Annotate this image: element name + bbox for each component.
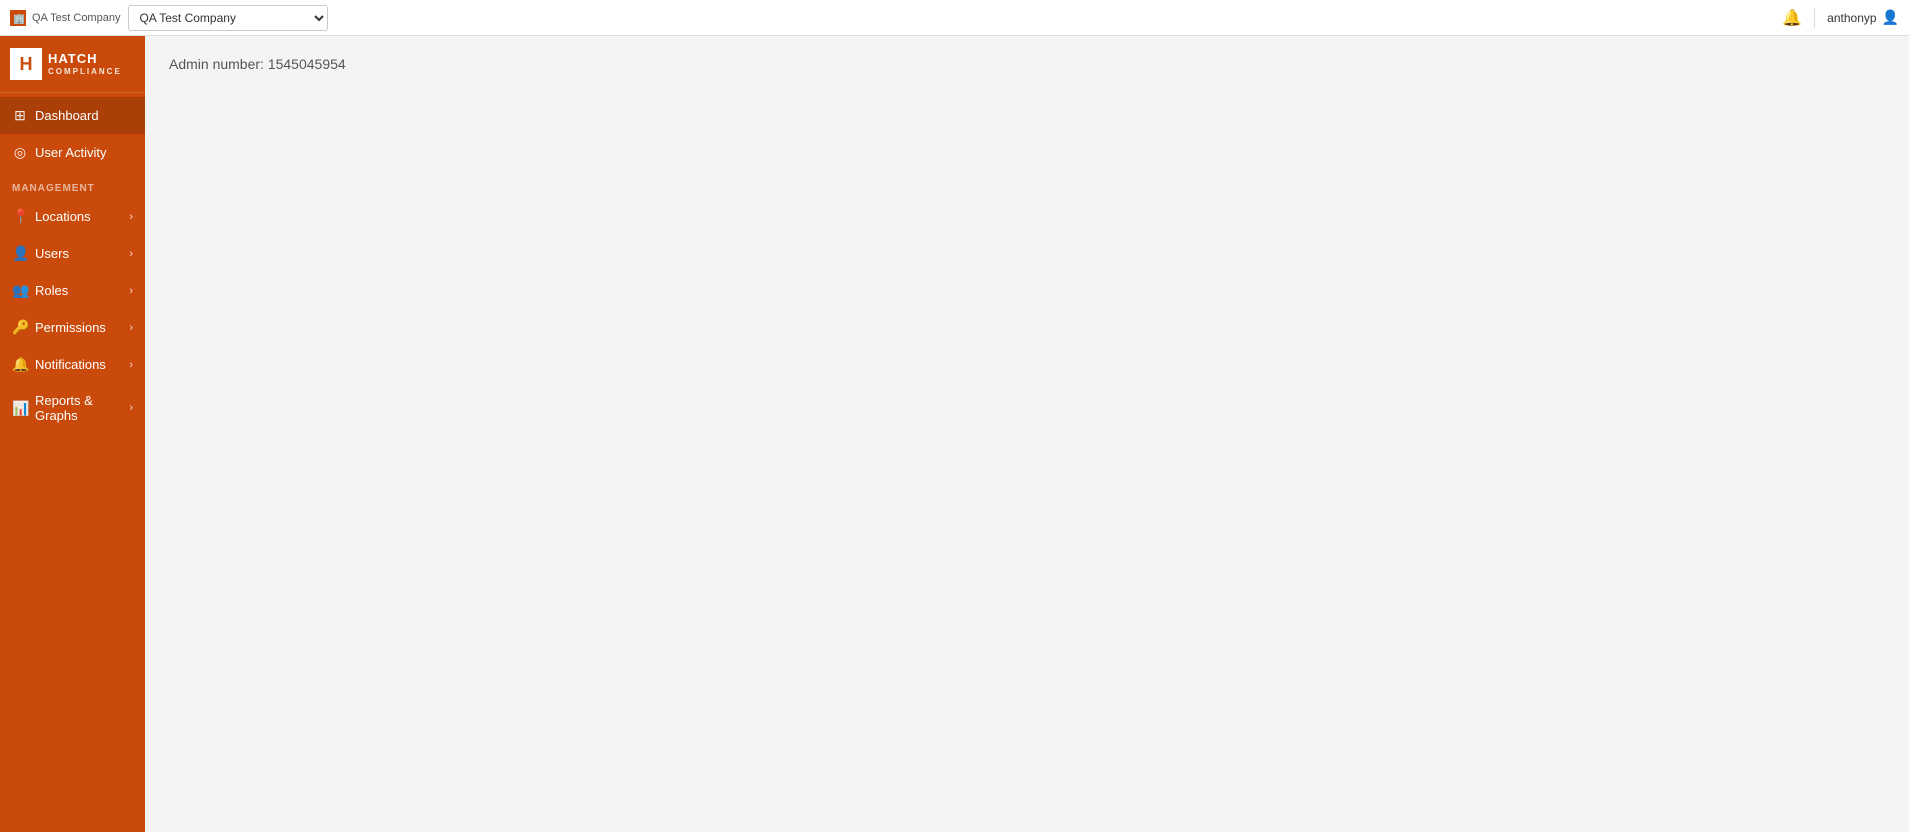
sidebar-item-roles-label: Roles bbox=[35, 283, 68, 298]
sidebar-item-permissions-label: Permissions bbox=[35, 320, 106, 335]
sidebar-item-users-left: 👤 Users bbox=[12, 245, 69, 262]
svg-text:🏢: 🏢 bbox=[13, 13, 24, 24]
sidebar-logo: H HATCH COMPLIANCE bbox=[0, 36, 145, 93]
company-icon: 🏢 bbox=[10, 10, 26, 26]
people-icon: 👥 bbox=[12, 282, 28, 299]
sidebar-item-notifications-left: 🔔 Notifications bbox=[12, 356, 106, 373]
sidebar-item-user-activity[interactable]: ◎ User Activity bbox=[0, 134, 145, 171]
logo-box: H bbox=[10, 48, 42, 80]
person-icon: 👤 bbox=[12, 245, 28, 262]
locations-chevron-icon: › bbox=[129, 211, 133, 223]
permissions-chevron-icon: › bbox=[129, 322, 133, 334]
topbar-right: 🔔 anthonyp 👤 bbox=[1782, 8, 1899, 28]
sidebar-item-user-activity-left: ◎ User Activity bbox=[12, 144, 107, 161]
reports-chevron-icon: › bbox=[129, 402, 133, 414]
sidebar-item-permissions[interactable]: 🔑 Permissions › bbox=[0, 309, 145, 346]
sidebar-item-dashboard[interactable]: ⊞ Dashboard bbox=[0, 97, 145, 134]
sidebar-item-reports-graphs[interactable]: 📊 Reports & Graphs › bbox=[0, 383, 145, 433]
company-select[interactable]: QA Test Company bbox=[128, 5, 328, 31]
sidebar-item-notifications-label: Notifications bbox=[35, 357, 106, 372]
sidebar-item-reports-label: Reports & Graphs bbox=[35, 393, 129, 423]
company-tab-label: QA Test Company bbox=[32, 12, 120, 24]
key-icon: 🔑 bbox=[12, 319, 28, 336]
grid-icon: ⊞ bbox=[12, 107, 28, 124]
brand-bottom: COMPLIANCE bbox=[48, 67, 122, 76]
user-icon: 👤 bbox=[1882, 9, 1899, 26]
main-layout: H HATCH COMPLIANCE ⊞ Dashboard ◎ User Ac… bbox=[0, 36, 1909, 832]
sidebar-item-permissions-left: 🔑 Permissions bbox=[12, 319, 106, 336]
topbar-divider bbox=[1814, 8, 1815, 28]
notifications-chevron-icon: › bbox=[129, 359, 133, 371]
sidebar-item-notifications[interactable]: 🔔 Notifications › bbox=[0, 346, 145, 383]
sidebar-item-users[interactable]: 👤 Users › bbox=[0, 235, 145, 272]
management-section-label: MANAGEMENT bbox=[0, 171, 145, 198]
sidebar-item-locations-label: Locations bbox=[35, 209, 91, 224]
users-chevron-icon: › bbox=[129, 248, 133, 260]
brand-top: HATCH bbox=[48, 52, 122, 66]
roles-chevron-icon: › bbox=[129, 285, 133, 297]
sidebar: H HATCH COMPLIANCE ⊞ Dashboard ◎ User Ac… bbox=[0, 36, 145, 832]
content-area: Admin number: 1545045954 bbox=[145, 36, 1909, 832]
sidebar-item-locations[interactable]: 📍 Locations › bbox=[0, 198, 145, 235]
logo-text: HATCH COMPLIANCE bbox=[48, 52, 122, 75]
sidebar-item-user-activity-label: User Activity bbox=[35, 145, 107, 160]
sidebar-item-roles-left: 👥 Roles bbox=[12, 282, 68, 299]
sidebar-item-dashboard-left: ⊞ Dashboard bbox=[12, 107, 99, 124]
sidebar-nav: ⊞ Dashboard ◎ User Activity MANAGEMENT 📍… bbox=[0, 93, 145, 832]
sidebar-item-roles[interactable]: 👥 Roles › bbox=[0, 272, 145, 309]
topbar-username: anthonyp 👤 bbox=[1827, 9, 1899, 26]
topbar: 🏢 QA Test Company QA Test Company 🔔 anth… bbox=[0, 0, 1909, 36]
username-text: anthonyp bbox=[1827, 11, 1876, 25]
sidebar-item-locations-left: 📍 Locations bbox=[12, 208, 91, 225]
chart-icon: 📊 bbox=[12, 400, 28, 417]
bell-nav-icon: 🔔 bbox=[12, 356, 28, 373]
admin-number: Admin number: 1545045954 bbox=[169, 56, 1885, 72]
logo-symbol: H bbox=[20, 55, 33, 73]
activity-icon: ◎ bbox=[12, 144, 28, 161]
sidebar-item-reports-left: 📊 Reports & Graphs bbox=[12, 393, 129, 423]
pin-icon: 📍 bbox=[12, 208, 28, 225]
sidebar-item-users-label: Users bbox=[35, 246, 69, 261]
bell-icon[interactable]: 🔔 bbox=[1782, 8, 1802, 28]
sidebar-item-dashboard-label: Dashboard bbox=[35, 108, 99, 123]
